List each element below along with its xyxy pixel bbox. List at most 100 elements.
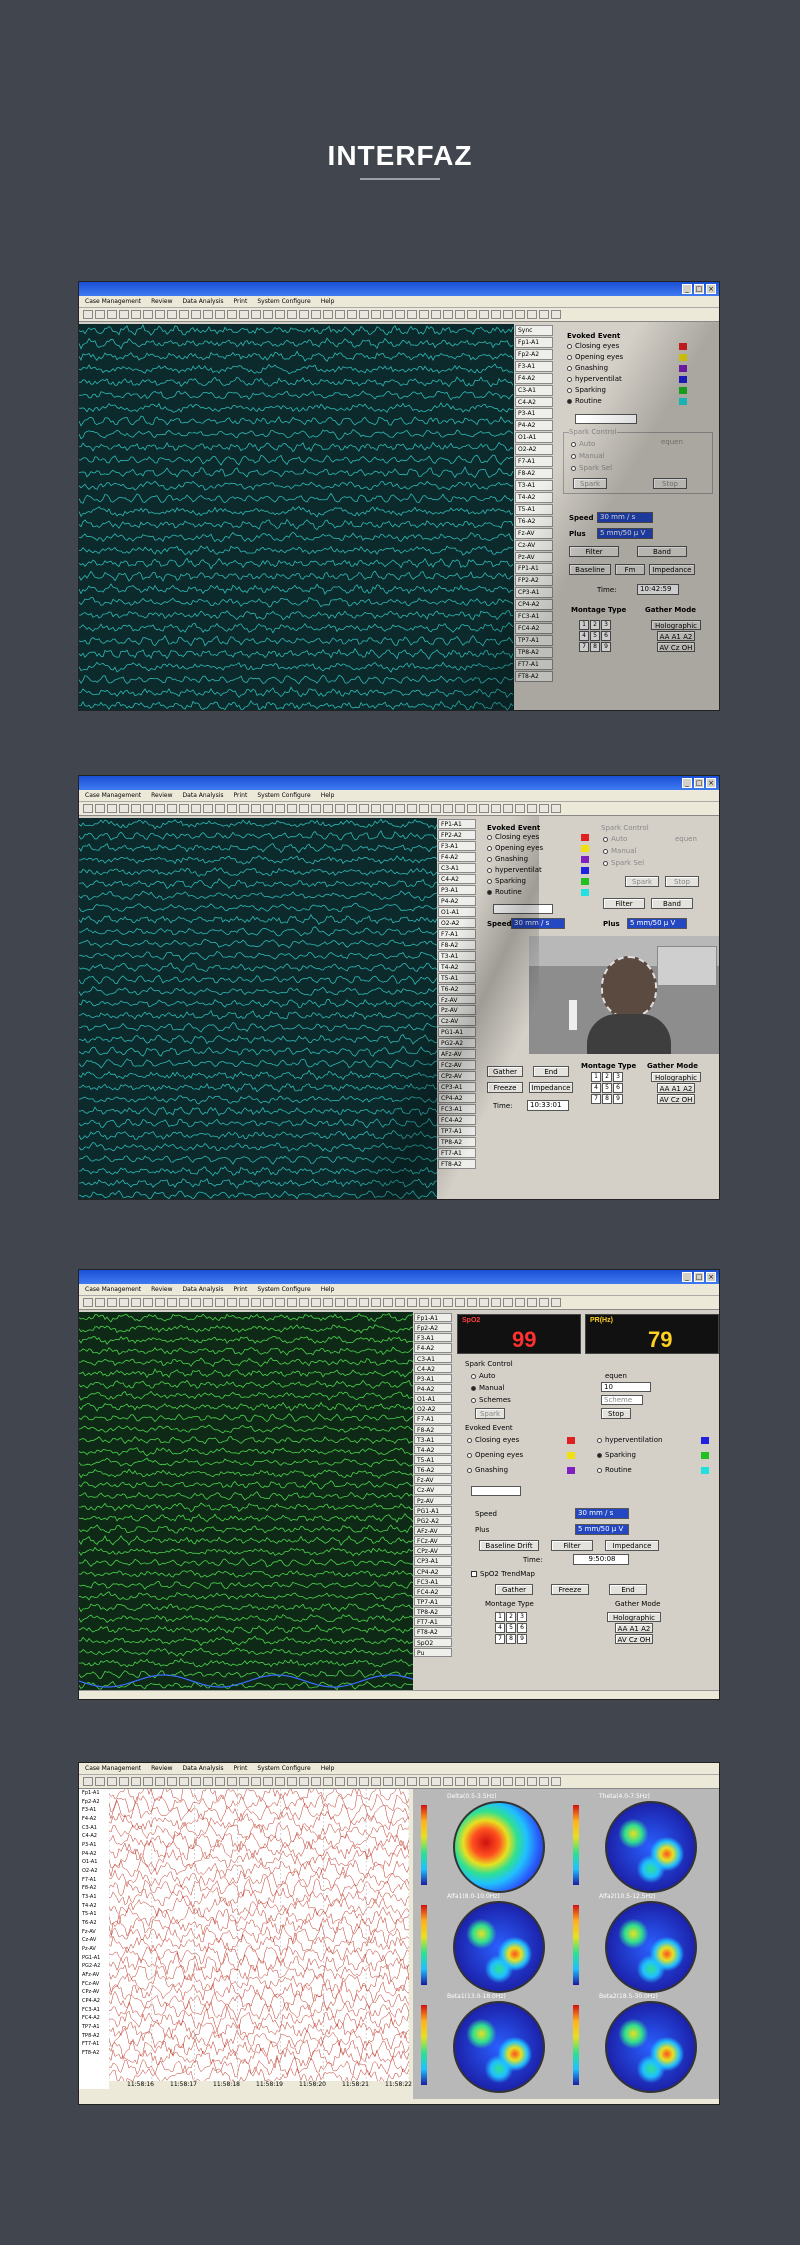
channel-label[interactable]: CPz-AV bbox=[438, 1071, 476, 1082]
channel-label[interactable]: Pz-AV bbox=[515, 551, 553, 563]
fm-button[interactable]: Fm bbox=[615, 564, 645, 575]
channel-label[interactable]: C4-A2 bbox=[515, 396, 553, 408]
stop-button[interactable]: Stop bbox=[665, 876, 699, 887]
toolbar-button-icon[interactable] bbox=[215, 1777, 225, 1786]
channel-label[interactable]: Fz-AV bbox=[80, 1929, 108, 1937]
channel-label[interactable]: C3-A1 bbox=[438, 862, 476, 873]
spark-sel-radio[interactable]: Spark Sel bbox=[571, 464, 612, 472]
toolbar-button-icon[interactable] bbox=[83, 310, 93, 319]
channel-label[interactable]: O1-A1 bbox=[438, 906, 476, 917]
event-radio[interactable]: Opening eyes bbox=[567, 353, 687, 363]
toolbar-button-icon[interactable] bbox=[491, 1777, 501, 1786]
channel-label[interactable]: Fz-AV bbox=[515, 527, 553, 539]
toolbar-button-icon[interactable] bbox=[323, 804, 333, 813]
toolbar-button-icon[interactable] bbox=[491, 1298, 501, 1307]
channel-label[interactable]: T4-A2 bbox=[438, 961, 476, 972]
channel-label[interactable]: CP4-A2 bbox=[438, 1093, 476, 1104]
spark-sel-radio[interactable]: Spark Sel bbox=[603, 859, 644, 867]
toolbar-button-icon[interactable] bbox=[275, 1298, 285, 1307]
toolbar-button-icon[interactable] bbox=[155, 310, 165, 319]
channel-label[interactable]: Cz-AV bbox=[438, 1016, 476, 1027]
event-select[interactable] bbox=[471, 1486, 521, 1496]
channel-label[interactable]: F7-A1 bbox=[438, 928, 476, 939]
toolbar-button-icon[interactable] bbox=[551, 310, 561, 319]
toolbar-button-icon[interactable] bbox=[239, 1298, 249, 1307]
menu-item[interactable]: System Configure bbox=[257, 298, 310, 305]
toolbar-button-icon[interactable] bbox=[215, 804, 225, 813]
channel-label[interactable]: CP3-A1 bbox=[414, 1556, 452, 1566]
channel-label[interactable]: CP4-A2 bbox=[414, 1566, 452, 1576]
eeg-waveform-area[interactable] bbox=[79, 818, 437, 1199]
channel-label[interactable]: F8-A2 bbox=[515, 468, 553, 479]
channel-label[interactable]: SpO2 bbox=[414, 1637, 452, 1647]
spark-auto-radio[interactable]: Auto bbox=[571, 440, 595, 448]
toolbar-button-icon[interactable] bbox=[287, 310, 297, 319]
channel-label[interactable]: CP4-A2 bbox=[515, 599, 553, 611]
channel-label[interactable]: CP3-A1 bbox=[438, 1082, 476, 1093]
channel-label[interactable]: T4-A2 bbox=[414, 1444, 452, 1454]
toolbar-button-icon[interactable] bbox=[551, 1298, 561, 1307]
channel-label[interactable]: O2-A2 bbox=[515, 444, 553, 456]
toolbar-button-icon[interactable] bbox=[383, 1298, 393, 1307]
toolbar-button-icon[interactable] bbox=[131, 310, 141, 319]
toolbar-button-icon[interactable] bbox=[227, 804, 237, 813]
toolbar-button-icon[interactable] bbox=[83, 804, 93, 813]
montage-key[interactable]: 8 bbox=[506, 1634, 516, 1644]
channel-label[interactable]: P3-A1 bbox=[438, 884, 476, 895]
toolbar-button-icon[interactable] bbox=[131, 804, 141, 813]
channel-label[interactable]: FP1-A1 bbox=[438, 819, 476, 829]
menu-item[interactable]: Print bbox=[234, 1286, 248, 1293]
event-radio[interactable]: hyperventilat bbox=[487, 866, 589, 876]
toolbar-button-icon[interactable] bbox=[527, 310, 537, 319]
baseline-button[interactable]: Baseline bbox=[569, 564, 611, 575]
montage-key[interactable]: 5 bbox=[602, 1083, 612, 1093]
toolbar-button-icon[interactable] bbox=[191, 310, 201, 319]
channel-label[interactable]: FC3-A1 bbox=[515, 611, 553, 623]
channel-label[interactable]: CPz-AV bbox=[80, 1989, 108, 1997]
menu-item[interactable]: System Configure bbox=[257, 1765, 310, 1772]
spark-schemes-radio[interactable]: Schemes bbox=[471, 1396, 511, 1404]
spo2-trendmap-checkbox[interactable]: SpO2 TrendMap bbox=[471, 1570, 535, 1578]
toolbar-button-icon[interactable] bbox=[299, 1298, 309, 1307]
spark-auto-radio[interactable]: Auto bbox=[471, 1372, 495, 1380]
menu-item[interactable]: Data Analysis bbox=[183, 792, 224, 799]
montage-key[interactable]: 4 bbox=[495, 1623, 505, 1633]
montage-key[interactable]: 6 bbox=[613, 1083, 623, 1093]
channel-label[interactable]: F7-A1 bbox=[515, 456, 553, 468]
toolbar-button-icon[interactable] bbox=[131, 1298, 141, 1307]
montage-key[interactable]: 9 bbox=[517, 1634, 527, 1644]
channel-label[interactable]: T3-A1 bbox=[515, 479, 553, 491]
plus-input[interactable]: 5 mm/50 μ V bbox=[575, 1524, 629, 1535]
channel-label[interactable]: FC4-A2 bbox=[414, 1586, 452, 1596]
toolbar-button-icon[interactable] bbox=[467, 1298, 477, 1307]
channel-label[interactable]: O1-A1 bbox=[515, 432, 553, 444]
filter-button[interactable]: Filter bbox=[569, 546, 619, 557]
channel-label[interactable]: F8-A2 bbox=[414, 1424, 452, 1434]
toolbar-button-icon[interactable] bbox=[395, 310, 405, 319]
channel-label[interactable]: T6-A2 bbox=[80, 1920, 108, 1928]
toolbar-button-icon[interactable] bbox=[239, 310, 249, 319]
channel-label[interactable]: Fz-AV bbox=[438, 994, 476, 1005]
toolbar-button-icon[interactable] bbox=[371, 1298, 381, 1307]
menu-item[interactable]: Help bbox=[321, 1286, 335, 1293]
speed-input[interactable]: 30 mm / s bbox=[511, 918, 565, 929]
channel-label[interactable]: FT8-A2 bbox=[515, 670, 553, 682]
toolbar-button-icon[interactable] bbox=[527, 1777, 537, 1786]
equen-input[interactable]: 10 bbox=[601, 1382, 651, 1392]
channel-label[interactable]: Fp1-A1 bbox=[80, 1790, 108, 1798]
channel-label[interactable]: P4-A2 bbox=[80, 1851, 108, 1859]
toolbar-button-icon[interactable] bbox=[551, 1777, 561, 1786]
toolbar-button-icon[interactable] bbox=[215, 310, 225, 319]
toolbar-button-icon[interactable] bbox=[479, 310, 489, 319]
channel-label[interactable]: FC4-A2 bbox=[438, 1115, 476, 1126]
event-select[interactable] bbox=[493, 904, 553, 914]
toolbar-button-icon[interactable] bbox=[479, 804, 489, 813]
channel-label[interactable]: O2-A2 bbox=[80, 1868, 108, 1876]
brain-topography-map[interactable] bbox=[453, 2001, 545, 2093]
toolbar-button-icon[interactable] bbox=[359, 310, 369, 319]
toolbar-button-icon[interactable] bbox=[239, 804, 249, 813]
toolbar-button-icon[interactable] bbox=[143, 1777, 153, 1786]
holographic-button[interactable]: Holographic bbox=[607, 1612, 661, 1622]
toolbar-button-icon[interactable] bbox=[443, 1298, 453, 1307]
maximize-icon[interactable]: □ bbox=[694, 284, 704, 294]
